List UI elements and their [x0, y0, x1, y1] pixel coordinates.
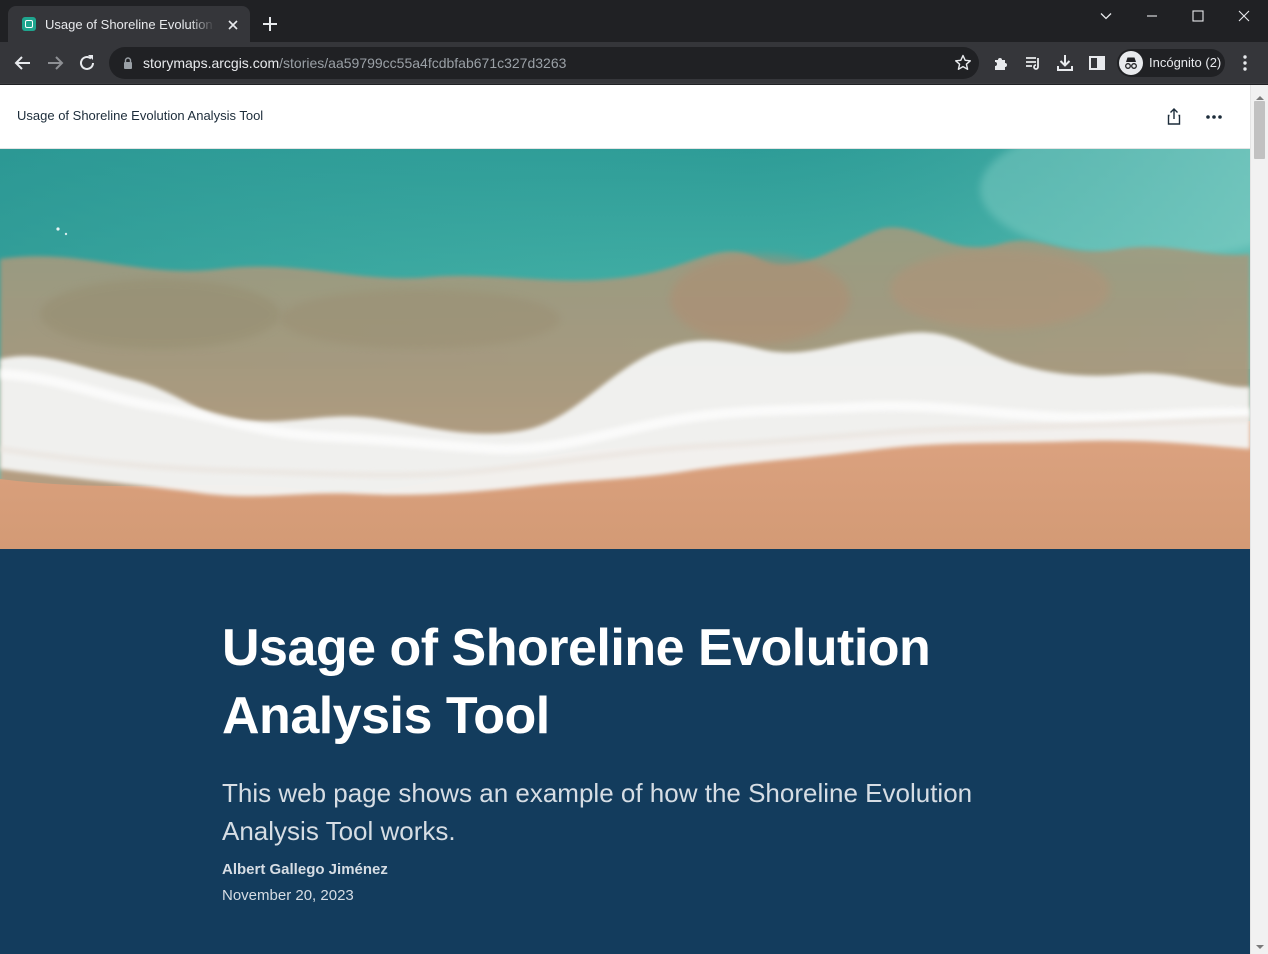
download-icon[interactable]	[1053, 51, 1077, 75]
incognito-label: Incógnito (2)	[1149, 55, 1222, 70]
url-domain: storymaps.arcgis.com	[143, 55, 280, 71]
maximize-icon[interactable]	[1175, 2, 1221, 30]
tab-title: Usage of Shoreline Evolution Analysis To…	[45, 17, 215, 32]
cover-author: Albert Gallego Jiménez	[222, 861, 388, 878]
minimize-icon[interactable]	[1129, 2, 1175, 30]
close-window-icon[interactable]	[1221, 2, 1267, 30]
page-viewport: Usage of Shoreline Evolution Analysis To…	[0, 85, 1268, 954]
lock-icon[interactable]	[121, 56, 135, 70]
close-tab-icon[interactable]	[223, 15, 243, 35]
back-icon[interactable]	[11, 51, 35, 75]
side-panel-icon[interactable]	[1085, 51, 1109, 75]
story-header: Usage of Shoreline Evolution Analysis To…	[0, 85, 1250, 149]
tab-search-icon[interactable]	[1083, 2, 1129, 30]
scroll-up-arrow-icon[interactable]	[1255, 89, 1265, 100]
hero-beach-image	[0, 149, 1250, 549]
extensions-icon[interactable]	[989, 51, 1013, 75]
page-scrollbar[interactable]	[1250, 85, 1268, 954]
incognito-icon	[1119, 51, 1143, 75]
tab-strip: Usage of Shoreline Evolution Analysis To…	[0, 0, 1268, 42]
scrollbar-thumb[interactable]	[1254, 101, 1265, 159]
scroll-down-arrow-icon[interactable]	[1255, 938, 1265, 949]
menu-kebab-icon[interactable]	[1233, 51, 1257, 75]
forward-icon[interactable]	[43, 51, 67, 75]
cover-subtitle: This web page shows an example of how th…	[222, 778, 973, 846]
url-text[interactable]: storymaps.arcgis.com/stories/aa59799cc55…	[143, 54, 566, 72]
reading-list-icon[interactable]	[1021, 51, 1045, 75]
bookmark-star-icon[interactable]	[952, 52, 974, 74]
address-bar[interactable]: storymaps.arcgis.com/stories/aa59799cc55…	[109, 47, 979, 79]
cover-title: Usage of Shoreline Evolution Analysis To…	[222, 619, 931, 745]
story-header-title: Usage of Shoreline Evolution Analysis To…	[17, 108, 264, 123]
reload-icon[interactable]	[75, 51, 99, 75]
storymaps-favicon-icon	[22, 17, 36, 31]
browser-toolbar: storymaps.arcgis.com/stories/aa59799cc55…	[0, 42, 1268, 84]
cover-date: November 20, 2023	[222, 887, 354, 904]
share-icon[interactable]	[1163, 106, 1185, 128]
url-path: /stories/aa59799cc55a4fcdbfab671c327d326…	[279, 55, 567, 71]
more-options-icon[interactable]	[1202, 106, 1226, 128]
incognito-profile-button[interactable]: Incógnito (2)	[1117, 49, 1225, 77]
story-cover: Usage of Shoreline Evolution Analysis To…	[0, 549, 1250, 954]
browser-tab-active[interactable]: Usage of Shoreline Evolution Analysis To…	[8, 6, 250, 42]
new-tab-icon[interactable]	[259, 13, 281, 35]
